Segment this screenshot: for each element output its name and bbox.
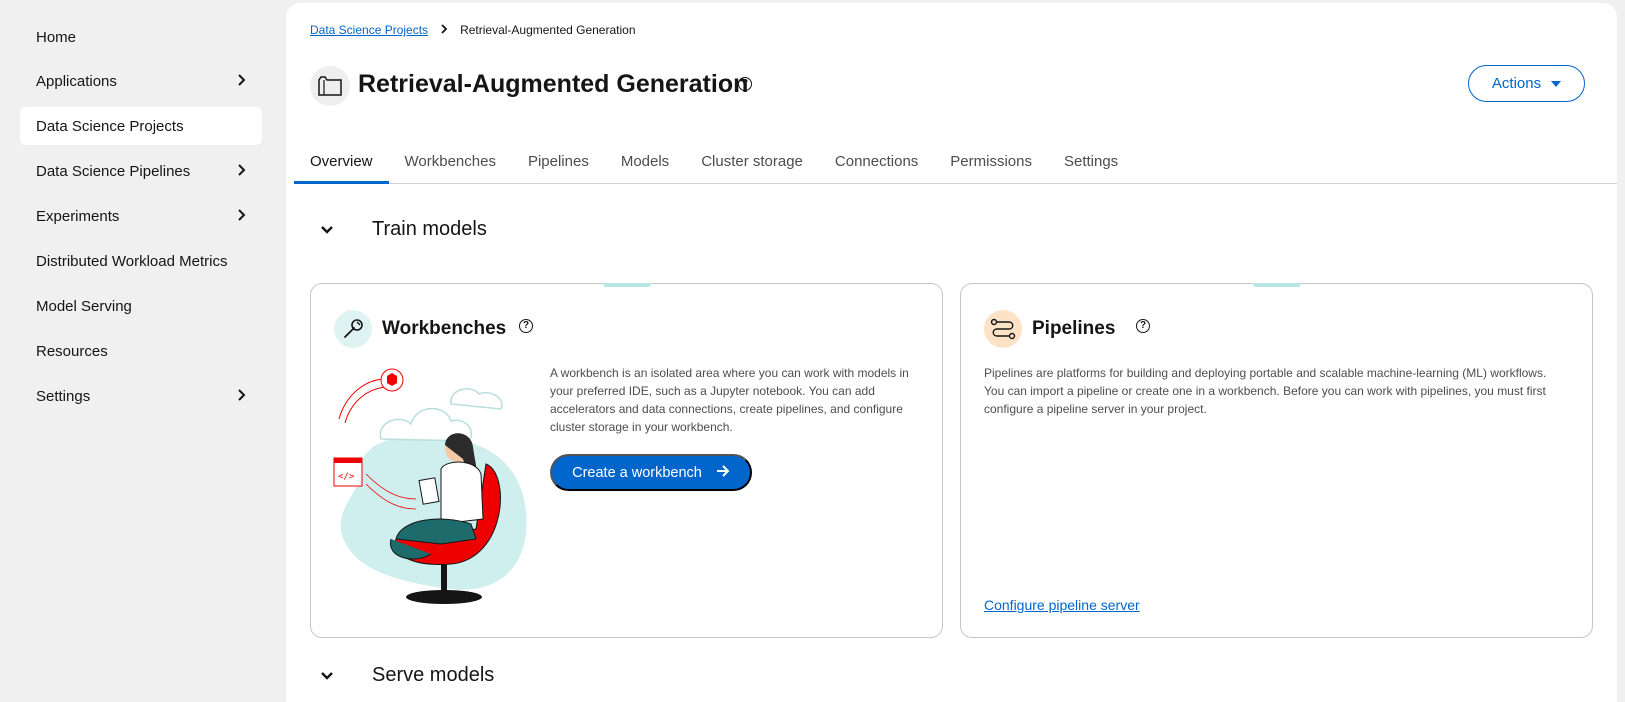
tab-workbenches[interactable]: Workbenches bbox=[389, 141, 512, 183]
help-icon[interactable]: ? bbox=[738, 77, 752, 91]
chevron-right-icon bbox=[236, 208, 246, 224]
pipeline-icon bbox=[984, 310, 1022, 348]
section-title: Serve models bbox=[372, 664, 495, 686]
chevron-right-icon bbox=[236, 163, 246, 179]
sidebar-item-data-science-pipelines[interactable]: Data Science Pipelines bbox=[20, 152, 262, 190]
chevron-down-icon[interactable] bbox=[320, 223, 334, 237]
configure-pipeline-server-link[interactable]: Configure pipeline server bbox=[984, 597, 1140, 613]
tab-bar: Overview Workbenches Pipelines Models Cl… bbox=[294, 141, 1617, 184]
pipelines-card: Pipelines ? Pipelines are platforms for … bbox=[960, 283, 1593, 638]
sidebar-item-label: Experiments bbox=[36, 207, 120, 225]
sidebar-item-label: Home bbox=[36, 28, 77, 46]
card-title: Pipelines bbox=[1032, 318, 1116, 339]
folder-icon bbox=[310, 66, 350, 106]
create-workbench-button[interactable]: Create a workbench bbox=[550, 454, 752, 491]
sidebar-item-label: Data Science Projects bbox=[36, 117, 184, 135]
sidebar-item-label: Resources bbox=[36, 342, 108, 360]
sidebar-item-label: Settings bbox=[36, 387, 91, 405]
wrench-icon bbox=[334, 310, 372, 348]
caret-down-icon bbox=[1551, 80, 1562, 87]
chevron-right-icon bbox=[236, 73, 246, 89]
help-icon[interactable]: ? bbox=[519, 319, 533, 333]
sidebar-item-resources[interactable]: Resources bbox=[20, 332, 262, 370]
sidebar-item-label: Model Serving bbox=[36, 297, 132, 315]
breadcrumb-link-projects[interactable]: Data Science Projects bbox=[310, 23, 428, 37]
chevron-down-icon[interactable] bbox=[320, 669, 334, 683]
main-content: Data Science Projects Retrieval-Augmente… bbox=[286, 3, 1617, 702]
card-description: A workbench is an isolated area where yo… bbox=[550, 366, 909, 434]
sidebar: Home Applications Data Science Projects … bbox=[0, 0, 276, 702]
card-tab-indicator bbox=[1252, 283, 1301, 287]
sidebar-item-experiments[interactable]: Experiments bbox=[20, 197, 262, 235]
tab-pipelines[interactable]: Pipelines bbox=[512, 141, 605, 183]
page-title: Retrieval-Augmented Generation bbox=[358, 70, 749, 98]
section-serve-models: Serve models bbox=[320, 664, 494, 687]
sidebar-item-label: Data Science Pipelines bbox=[36, 162, 191, 180]
actions-button[interactable]: Actions bbox=[1468, 65, 1585, 102]
tab-permissions[interactable]: Permissions bbox=[934, 141, 1048, 183]
section-train-models: Train models bbox=[320, 218, 487, 241]
sidebar-item-data-science-projects[interactable]: Data Science Projects bbox=[20, 107, 262, 145]
tab-models[interactable]: Models bbox=[605, 141, 685, 183]
svg-text:</>: </> bbox=[338, 472, 355, 482]
sidebar-item-applications[interactable]: Applications bbox=[20, 62, 262, 100]
tab-settings[interactable]: Settings bbox=[1048, 141, 1134, 183]
arrow-right-icon bbox=[716, 464, 730, 481]
workbench-illustration: </> bbox=[333, 368, 527, 604]
tab-connections[interactable]: Connections bbox=[819, 141, 934, 183]
card-title: Workbenches bbox=[382, 318, 507, 339]
tab-cluster-storage[interactable]: Cluster storage bbox=[685, 141, 819, 183]
chevron-right-icon bbox=[236, 388, 246, 404]
create-workbench-label: Create a workbench bbox=[572, 464, 702, 481]
sidebar-item-label: Distributed Workload Metrics bbox=[36, 252, 228, 270]
sidebar-item-settings[interactable]: Settings bbox=[20, 377, 262, 415]
card-tab-indicator bbox=[602, 283, 651, 287]
sidebar-item-distributed-workload-metrics[interactable]: Distributed Workload Metrics bbox=[20, 242, 262, 280]
section-title: Train models bbox=[372, 218, 487, 240]
tab-overview[interactable]: Overview bbox=[294, 141, 389, 184]
chevron-right-icon bbox=[440, 23, 448, 37]
help-icon[interactable]: ? bbox=[1136, 319, 1150, 333]
sidebar-item-label: Applications bbox=[36, 72, 117, 90]
sidebar-item-home[interactable]: Home bbox=[20, 18, 262, 56]
breadcrumb: Data Science Projects Retrieval-Augmente… bbox=[310, 23, 636, 37]
actions-label: Actions bbox=[1491, 75, 1542, 92]
breadcrumb-current: Retrieval-Augmented Generation bbox=[460, 23, 636, 37]
workbenches-card: Workbenches ? </> A workbench is an isol… bbox=[310, 283, 943, 638]
sidebar-item-model-serving[interactable]: Model Serving bbox=[20, 287, 262, 325]
card-description: Pipelines are platforms for building and… bbox=[984, 366, 1547, 416]
